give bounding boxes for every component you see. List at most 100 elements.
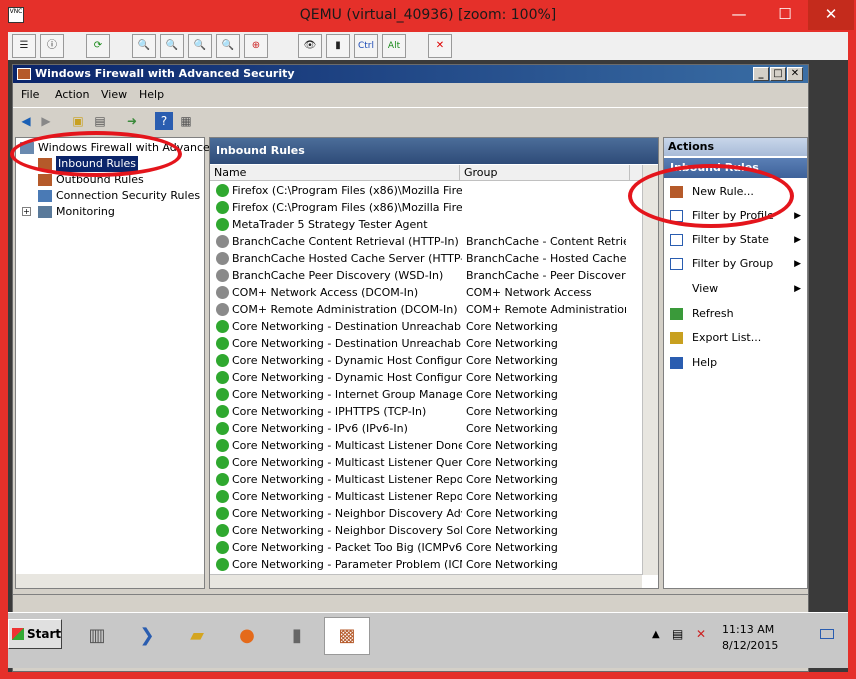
clock-date[interactable]: 8/12/2015 — [722, 639, 778, 652]
server-tool-icon[interactable]: ▮ — [274, 617, 320, 655]
mmc-toolbar: ◀ ▶ ▣ ▤ ➜ ? ▦ — [13, 107, 808, 133]
notifications-icon[interactable] — [820, 629, 834, 639]
rule-row[interactable]: Core Networking - Packet Too Big (ICMPv6… — [210, 539, 642, 556]
firewall-taskbar-icon[interactable]: ▩ — [324, 617, 370, 655]
export-icon — [670, 332, 683, 344]
up-folder-icon[interactable]: ▣ — [69, 112, 87, 130]
actions-section-inbound-rules[interactable]: Inbound Rules — [664, 158, 807, 178]
alt-key-button[interactable]: Alt — [382, 34, 406, 58]
mmc-maximize-button[interactable]: □ — [770, 67, 786, 81]
rule-group: Core Networking — [466, 456, 558, 469]
rule-row[interactable]: Core Networking - Multicast Listener Rep… — [210, 471, 642, 488]
back-icon[interactable]: ◀ — [17, 112, 35, 130]
rule-row[interactable]: Core Networking - Destination Unreachabl… — [210, 318, 642, 335]
vm-screen[interactable]: Windows Firewall with Advanced Security … — [8, 60, 848, 672]
action-export-list[interactable]: Export List... — [664, 328, 807, 348]
disconnect-icon[interactable]: ✕ — [428, 34, 452, 58]
expand-icon[interactable]: + — [22, 207, 31, 216]
rule-row[interactable]: Firefox (C:\Program Files (x86)\Mozilla … — [210, 182, 642, 199]
rule-row[interactable]: COM+ Network Access (DCOM-In) COM+ Networ… — [210, 284, 642, 301]
rule-name: Core Networking - Neighbor Discovery Adv… — [232, 507, 462, 520]
action-filter-by-profile[interactable]: Filter by Profile ▶ — [664, 206, 807, 226]
rule-row[interactable]: Core Networking - Dynamic Host Configura… — [210, 352, 642, 369]
zoom-in-icon[interactable]: 🔍 — [160, 34, 184, 58]
settings-icon[interactable]: ☰ — [12, 34, 36, 58]
mmc-close-button[interactable]: ✕ — [787, 67, 803, 81]
rule-row[interactable]: Core Networking - Dynamic Host Configura… — [210, 369, 642, 386]
zoom-out-icon[interactable]: 🔍 — [132, 34, 156, 58]
rule-row[interactable]: Core Networking - Neighbor Discovery Sol… — [210, 522, 642, 539]
rule-row[interactable]: Core Networking - Destination Unreachabl… — [210, 335, 642, 352]
menu-help[interactable]: Help — [139, 88, 164, 101]
column-group[interactable]: Group — [460, 165, 630, 181]
rule-enabled-icon — [216, 388, 229, 401]
ctrl-key-button[interactable]: Ctrl — [354, 34, 378, 58]
zoom-reset-icon[interactable]: 🔍 — [188, 34, 212, 58]
rule-group: BranchCache - Peer Discovery... — [466, 269, 626, 282]
properties-icon[interactable]: ▦ — [177, 112, 195, 130]
rule-name: Core Networking - Multicast Listener Rep… — [232, 473, 462, 486]
volume-muted-icon[interactable]: ✕ — [696, 627, 706, 641]
column-name[interactable]: Name — [210, 165, 460, 181]
action-refresh[interactable]: Refresh — [664, 304, 807, 324]
fullscreen-icon[interactable]: ⊕ — [244, 34, 268, 58]
action-new-rule[interactable]: New Rule... — [664, 182, 807, 202]
action-view[interactable]: View ▶ — [664, 279, 807, 299]
clock-time[interactable]: 11:13 AM — [722, 623, 774, 636]
rule-row[interactable]: Firefox (C:\Program Files (x86)\Mozilla … — [210, 199, 642, 216]
rule-row[interactable]: BranchCache Peer Discovery (WSD-In) Branc… — [210, 267, 642, 284]
maximize-button[interactable]: ☐ — [762, 0, 808, 30]
action-filter-by-group[interactable]: Filter by Group ▶ — [664, 254, 807, 274]
send-keys-icon[interactable]: ▮ — [326, 34, 350, 58]
server-manager-icon[interactable]: ▥ — [74, 617, 120, 655]
export-icon[interactable]: ➜ — [123, 112, 141, 130]
view-only-icon[interactable]: 👁 — [298, 34, 322, 58]
rule-row[interactable]: Core Networking - IPHTTPS (TCP-In) Core N… — [210, 403, 642, 420]
rule-row[interactable]: Core Networking - Multicast Listener Que… — [210, 454, 642, 471]
info-icon[interactable]: ⓘ — [40, 34, 64, 58]
rule-row[interactable]: COM+ Remote Administration (DCOM-In) COM+… — [210, 301, 642, 318]
minimize-button[interactable]: — — [716, 0, 762, 30]
network-icon[interactable]: ▤ — [672, 627, 683, 641]
rule-row[interactable]: Core Networking - Multicast Listener Rep… — [210, 488, 642, 505]
rule-row[interactable]: Core Networking - Internet Group Managem… — [210, 386, 642, 403]
qemu-title-bar[interactable]: VNC QEMU (virtual_40936) [zoom: 100%] — … — [0, 0, 856, 32]
rule-row[interactable]: Core Networking - Parameter Problem (ICM… — [210, 556, 642, 573]
mmc-minimize-button[interactable]: _ — [753, 67, 769, 81]
rule-name: Core Networking - IPv6 (IPv6-In) — [232, 422, 408, 435]
rules-vertical-scrollbar[interactable] — [642, 165, 658, 575]
show-hide-tree-icon[interactable]: ▤ — [91, 112, 109, 130]
menu-view[interactable]: View — [101, 88, 127, 101]
rule-row[interactable]: BranchCache Content Retrieval (HTTP-In) B… — [210, 233, 642, 250]
close-button[interactable]: ✕ — [808, 0, 854, 30]
rule-name: Core Networking - Parameter Problem (ICM… — [232, 558, 462, 571]
action-help[interactable]: Help — [664, 353, 807, 373]
show-hidden-icons-icon[interactable]: ▲ — [652, 629, 660, 640]
forward-icon[interactable]: ▶ — [37, 112, 55, 130]
powershell-icon[interactable]: ❯ — [124, 617, 170, 655]
rule-group: Core Networking — [466, 507, 558, 520]
rule-row[interactable]: Core Networking - IPv6 (IPv6-In) Core Net… — [210, 420, 642, 437]
start-button[interactable]: Start — [8, 619, 62, 649]
rules-pane-title: Inbound Rules — [210, 138, 658, 164]
zoom-auto-icon[interactable]: 🔍 — [216, 34, 240, 58]
rule-group: Core Networking — [466, 320, 558, 333]
menu-bar: File Action View Help — [13, 85, 808, 105]
rule-disabled-icon — [216, 252, 229, 265]
file-explorer-icon[interactable]: ▰ — [174, 617, 220, 655]
rules-horizontal-scrollbar[interactable] — [210, 574, 642, 588]
rule-row[interactable]: MetaTrader 5 Strategy Tester Agent — [210, 216, 642, 233]
rule-row[interactable]: BranchCache Hosted Cache Server (HTTP-In… — [210, 250, 642, 267]
rule-row[interactable]: Core Networking - Multicast Listener Don… — [210, 437, 642, 454]
actions-title: Actions — [664, 138, 807, 156]
action-filter-by-state[interactable]: Filter by State ▶ — [664, 230, 807, 250]
menu-file[interactable]: File — [21, 88, 39, 101]
rule-name: COM+ Remote Administration (DCOM-In) — [232, 303, 458, 316]
menu-action[interactable]: Action — [55, 88, 89, 101]
rule-row[interactable]: Core Networking - Neighbor Discovery Adv… — [210, 505, 642, 522]
help-icon[interactable]: ? — [155, 112, 173, 130]
firefox-icon[interactable]: ● — [224, 617, 270, 655]
refresh-icon[interactable]: ⟳ — [86, 34, 110, 58]
mmc-title-bar[interactable]: Windows Firewall with Advanced Security … — [13, 65, 808, 83]
tree-horizontal-scrollbar[interactable] — [16, 574, 204, 588]
